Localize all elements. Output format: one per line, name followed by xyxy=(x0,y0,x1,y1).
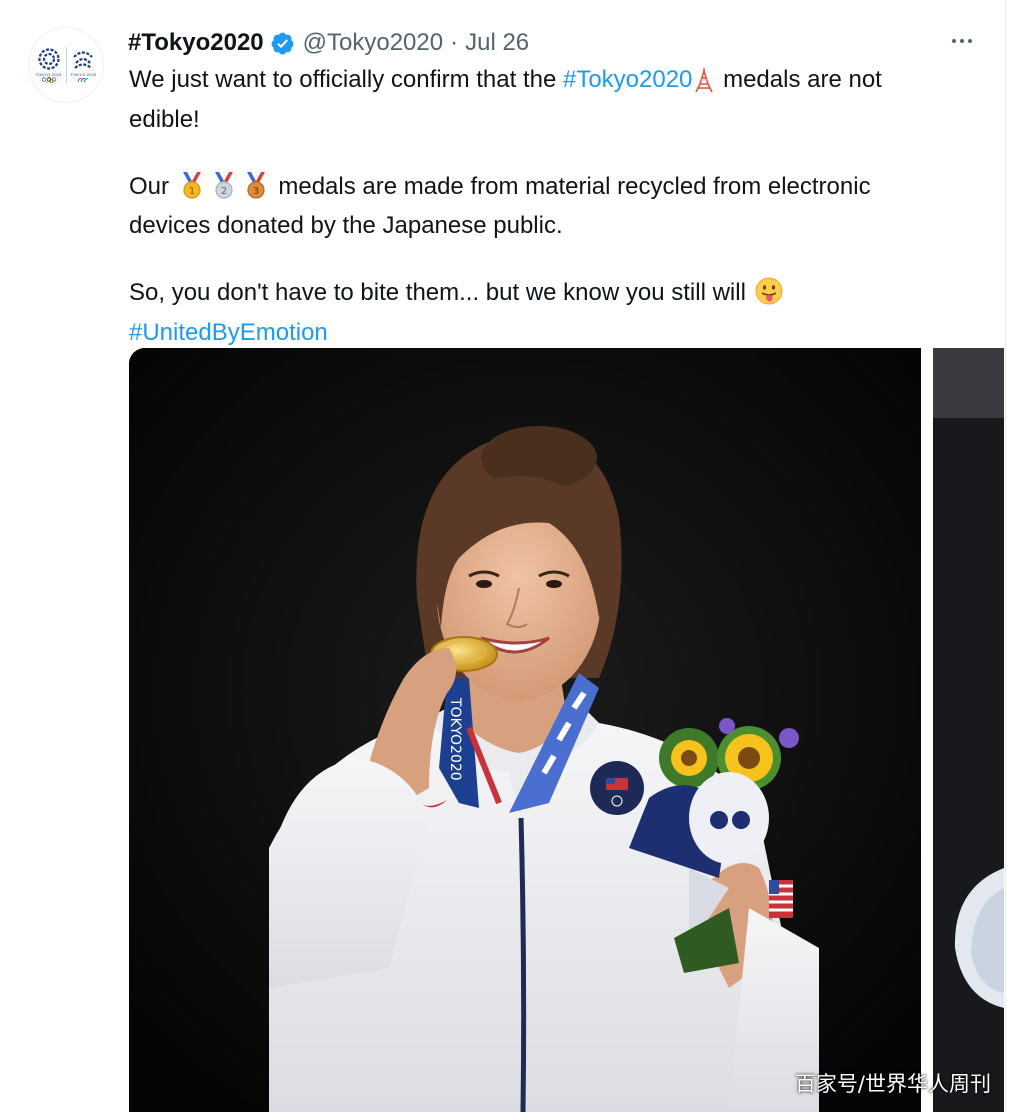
tokyo-tower-icon xyxy=(693,67,715,103)
tweet-card[interactable]: TOKYO 2020 TOKYO 2020 #Tokyo2020 @Tokyo2… xyxy=(0,0,1006,1112)
tweet-text-segment: medals are made from material recycled f… xyxy=(271,172,871,200)
svg-text:1: 1 xyxy=(189,186,195,197)
separator-dot: · xyxy=(450,29,459,56)
tweet-text-segment: So, you don't have to bite them... but w… xyxy=(129,279,753,306)
second-photo-partial[interactable] xyxy=(933,348,1004,1112)
athlete-biting-gold-medal-photo[interactable]: TOKYO2020 xyxy=(129,348,921,1112)
tweet-line-4: devices donated by the Japanese public. xyxy=(129,212,563,239)
photo-illustration xyxy=(933,348,1004,1112)
tweet-line-2: edible! xyxy=(129,105,200,133)
tweet-text: We just want to officially confirm that … xyxy=(129,63,989,349)
tweet-line-6: #UnitedByEmotion xyxy=(129,316,989,350)
watermark-text: 百家号/世界华人周刊 xyxy=(794,1072,991,1096)
third-place-medal-icon: 3 xyxy=(241,170,271,210)
avatar-divider xyxy=(65,47,67,83)
face-with-tongue-icon xyxy=(754,276,784,316)
svg-text:TOKYO2020: TOKYO2020 xyxy=(447,697,463,781)
tweet-line-5: So, you don't have to bite them... but w… xyxy=(129,276,989,316)
tweet-text-segment: medals are not xyxy=(716,66,882,93)
svg-text:3: 3 xyxy=(253,186,259,197)
paralympic-emblem-icon: TOKYO 2020 xyxy=(71,47,97,83)
tweet-line-1: We just want to officially confirm that … xyxy=(129,63,989,103)
photo-illustration: TOKYO2020 xyxy=(129,348,921,1112)
svg-text:2: 2 xyxy=(221,186,227,197)
display-name[interactable]: #Tokyo2020 xyxy=(128,29,264,57)
hashtag-tokyo2020[interactable]: #Tokyo2020 xyxy=(563,66,692,93)
more-options-icon[interactable] xyxy=(944,26,980,56)
olympic-emblem-icon: TOKYO 2020 xyxy=(36,47,62,83)
second-place-medal-icon: 2 xyxy=(209,170,239,210)
tweet-line-3: Our 1 2 3 medals are made from material … xyxy=(129,170,989,210)
hashtag-unitedbyemotion[interactable]: #UnitedByEmotion xyxy=(129,319,328,346)
avatar[interactable]: TOKYO 2020 TOKYO 2020 xyxy=(28,27,104,103)
verified-badge-icon xyxy=(270,31,295,56)
tweet-text-segment: We just want to officially confirm that … xyxy=(129,66,563,93)
first-place-medal-icon: 1 xyxy=(177,170,207,210)
tweet-header: #Tokyo2020 @Tokyo2020 · Jul 26 xyxy=(128,28,529,58)
user-handle[interactable]: @Tokyo2020 xyxy=(303,29,443,57)
tweet-text-segment: Our xyxy=(129,172,176,200)
tweet-date[interactable]: Jul 26 xyxy=(465,29,529,57)
